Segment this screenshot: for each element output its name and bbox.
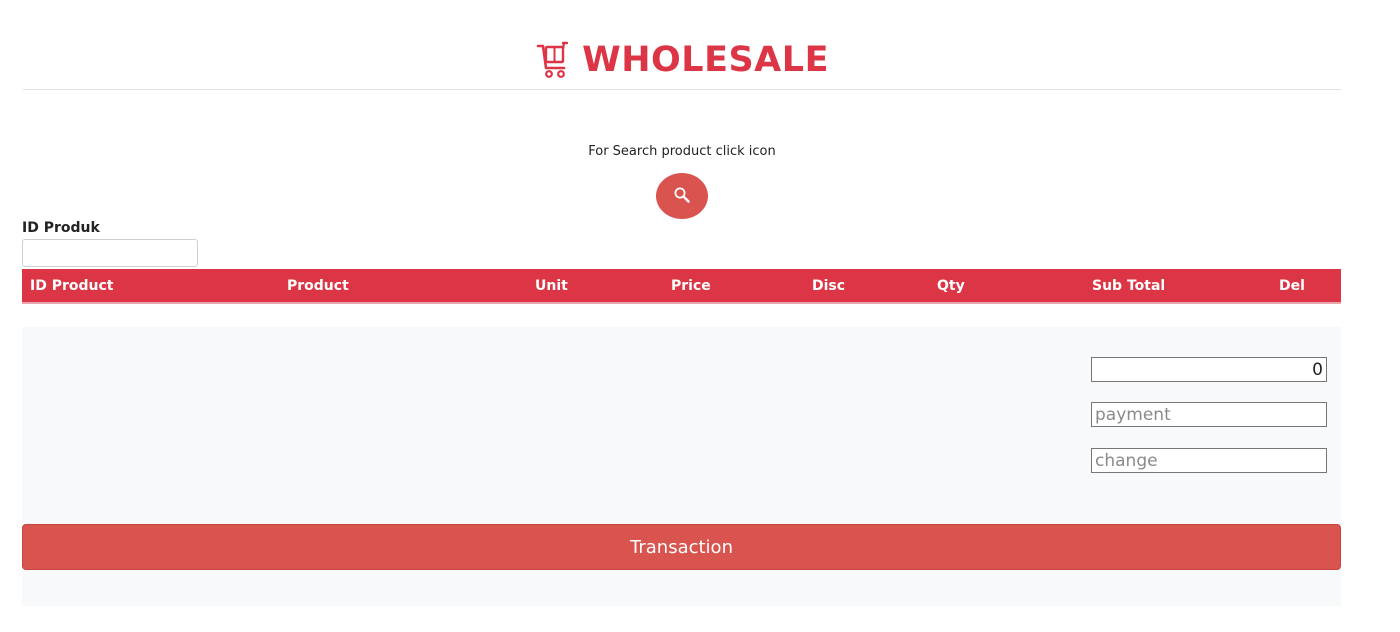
column-unit: Unit <box>535 278 568 294</box>
column-product: Product <box>287 278 349 294</box>
column-disc: Disc <box>812 278 846 294</box>
column-qty: Qty <box>937 278 965 294</box>
change-field[interactable] <box>1091 448 1327 473</box>
column-id-product: ID Product <box>30 278 114 294</box>
column-del: Del <box>1279 278 1305 294</box>
id-produk-input[interactable] <box>22 239 198 267</box>
brand: WHOLESALE <box>23 38 1341 82</box>
page-title: WHOLESALE <box>582 40 829 80</box>
column-price: Price <box>671 278 711 294</box>
search-hint: For Search product click icon <box>588 144 776 159</box>
transaction-button[interactable]: Transaction <box>22 524 1341 570</box>
column-sub-total: Sub Total <box>1092 278 1166 294</box>
payment-field[interactable] <box>1091 402 1327 427</box>
search-button[interactable] <box>656 173 708 219</box>
cart-icon <box>535 41 569 79</box>
search-icon <box>673 186 691 207</box>
table-header: ID Product Product Unit Price Disc Qty S… <box>22 269 1341 304</box>
id-produk-label: ID Produk <box>22 220 100 236</box>
total-field[interactable] <box>1091 357 1327 382</box>
page-header: WHOLESALE <box>23 0 1341 90</box>
